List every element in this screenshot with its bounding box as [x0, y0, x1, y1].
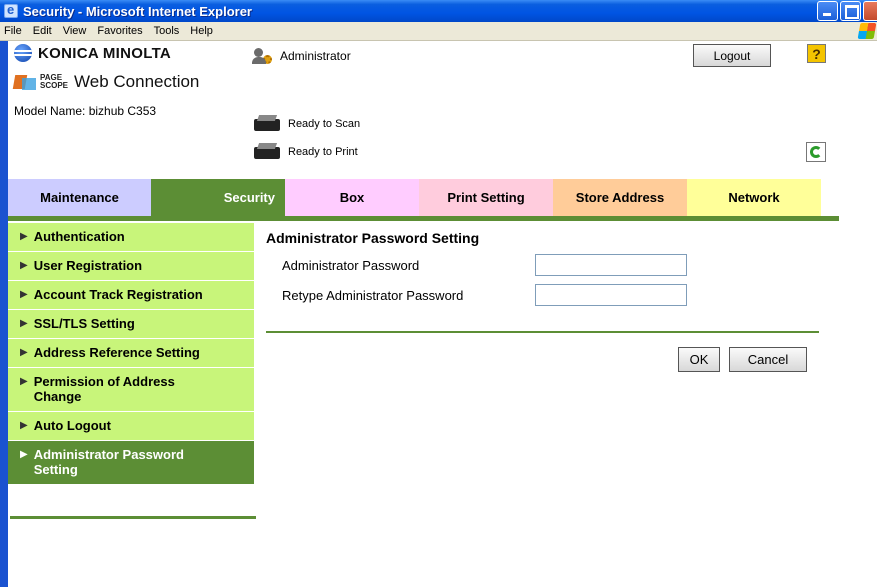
menu-help[interactable]: Help — [190, 25, 213, 37]
arrow-right-icon: ▶ — [20, 347, 28, 358]
tab-underline — [8, 216, 839, 221]
maximize-button[interactable] — [840, 1, 861, 21]
form-divider — [266, 331, 819, 333]
tab-network[interactable]: Network — [687, 179, 821, 216]
retype-password-input[interactable] — [535, 284, 687, 306]
sidebar-item-account-track-registration[interactable]: ▶ Account Track Registration — [8, 281, 254, 310]
model-name: Model Name: bizhub C353 — [14, 104, 157, 118]
menu-file[interactable]: File — [4, 25, 22, 37]
sidebar-item-label: Authentication — [33, 229, 125, 244]
print-status: Ready to Print — [252, 141, 358, 163]
administrator-icon — [252, 46, 272, 66]
printer-icon — [252, 141, 282, 163]
konica-minolta-logo: KONICA MINOLTA — [14, 44, 171, 62]
menu-tools[interactable]: Tools — [154, 25, 180, 37]
arrow-right-icon: ▶ — [20, 289, 28, 300]
tab-print-setting[interactable]: Print Setting — [419, 179, 553, 216]
main-tabs: Maintenance Security Box Print Setting S… — [8, 179, 821, 216]
pagescope-wordmark: PAGE SCOPE — [40, 73, 69, 90]
pagescope-logo: PAGE SCOPE Web Connection — [14, 72, 199, 92]
sidebar-item-label: Account Track Registration — [33, 287, 203, 302]
konica-globe-icon — [14, 44, 32, 62]
cancel-button[interactable]: Cancel — [729, 347, 807, 372]
sidebar-item-label: User Registration — [33, 258, 143, 273]
windows-logo-icon — [857, 23, 877, 39]
sidebar-item-administrator-password-setting[interactable]: ▶ Administrator Password Setting — [8, 441, 254, 485]
tab-store-address[interactable]: Store Address — [553, 179, 687, 216]
refresh-button[interactable] — [806, 142, 826, 162]
sidebar-divider — [10, 516, 256, 519]
current-user: Administrator — [252, 46, 351, 66]
logout-button[interactable]: Logout — [693, 44, 771, 67]
sidebar-item-auto-logout[interactable]: ▶ Auto Logout — [8, 412, 254, 441]
window-left-frame — [0, 41, 8, 587]
print-status-label: Ready to Print — [288, 146, 358, 158]
arrow-right-icon: ▶ — [20, 449, 28, 460]
refresh-icon — [810, 146, 822, 158]
sidebar-item-label: Permission of Address Change — [33, 374, 175, 404]
menu-edit[interactable]: Edit — [33, 25, 52, 37]
arrow-right-icon: ▶ — [20, 420, 28, 431]
sidebar-item-label: Auto Logout — [33, 418, 111, 433]
arrow-right-icon: ▶ — [20, 231, 28, 242]
window-title: Security - Microsoft Internet Explorer — [23, 3, 252, 19]
sidebar-item-label: Address Reference Setting — [33, 345, 200, 360]
close-button[interactable] — [863, 1, 877, 21]
tab-box[interactable]: Box — [285, 179, 419, 216]
sidebar-item-address-reference-setting[interactable]: ▶ Address Reference Setting — [8, 339, 254, 368]
sidebar-item-permission-of-address-change[interactable]: ▶ Permission of Address Change — [8, 368, 254, 412]
page-title: Administrator Password Setting — [266, 230, 480, 246]
sidebar-item-ssl-tls-setting[interactable]: ▶ SSL/TLS Setting — [8, 310, 254, 339]
window-titlebar: Security - Microsoft Internet Explorer — [0, 0, 877, 22]
sidebar-item-user-registration[interactable]: ▶ User Registration — [8, 252, 254, 281]
retype-password-label: Retype Administrator Password — [282, 288, 464, 303]
sidebar-item-label: SSL/TLS Setting — [33, 316, 135, 331]
minimize-button[interactable] — [817, 1, 838, 21]
user-label: Administrator — [280, 49, 351, 63]
administrator-password-label: Administrator Password — [282, 258, 420, 273]
internet-explorer-icon — [4, 2, 18, 18]
ok-button[interactable]: OK — [678, 347, 720, 372]
sidebar-item-label: Administrator Password Setting — [33, 447, 184, 477]
arrow-right-icon: ▶ — [20, 260, 28, 271]
arrow-right-icon: ▶ — [20, 376, 28, 387]
sidebar-item-authentication[interactable]: ▶ Authentication — [8, 223, 254, 252]
administrator-password-input[interactable] — [535, 254, 687, 276]
help-icon[interactable]: ? — [807, 44, 826, 63]
menu-view[interactable]: View — [63, 25, 87, 37]
menu-favorites[interactable]: Favorites — [97, 25, 142, 37]
brand-name: KONICA MINOLTA — [38, 44, 172, 62]
arrow-right-icon: ▶ — [20, 318, 28, 329]
sidebar: ▶ Authentication ▶ User Registration ▶ A… — [8, 223, 254, 485]
scan-status: Ready to Scan — [252, 113, 360, 135]
scan-status-label: Ready to Scan — [288, 118, 361, 130]
scanner-icon — [252, 113, 282, 135]
tab-maintenance[interactable]: Maintenance — [8, 179, 151, 216]
product-name: Web Connection — [74, 72, 200, 91]
tab-security[interactable]: Security — [151, 179, 285, 216]
window-controls — [817, 1, 877, 21]
menu-bar: File Edit View Favorites Tools Help — [0, 22, 877, 41]
pagescope-icon — [14, 73, 38, 91]
